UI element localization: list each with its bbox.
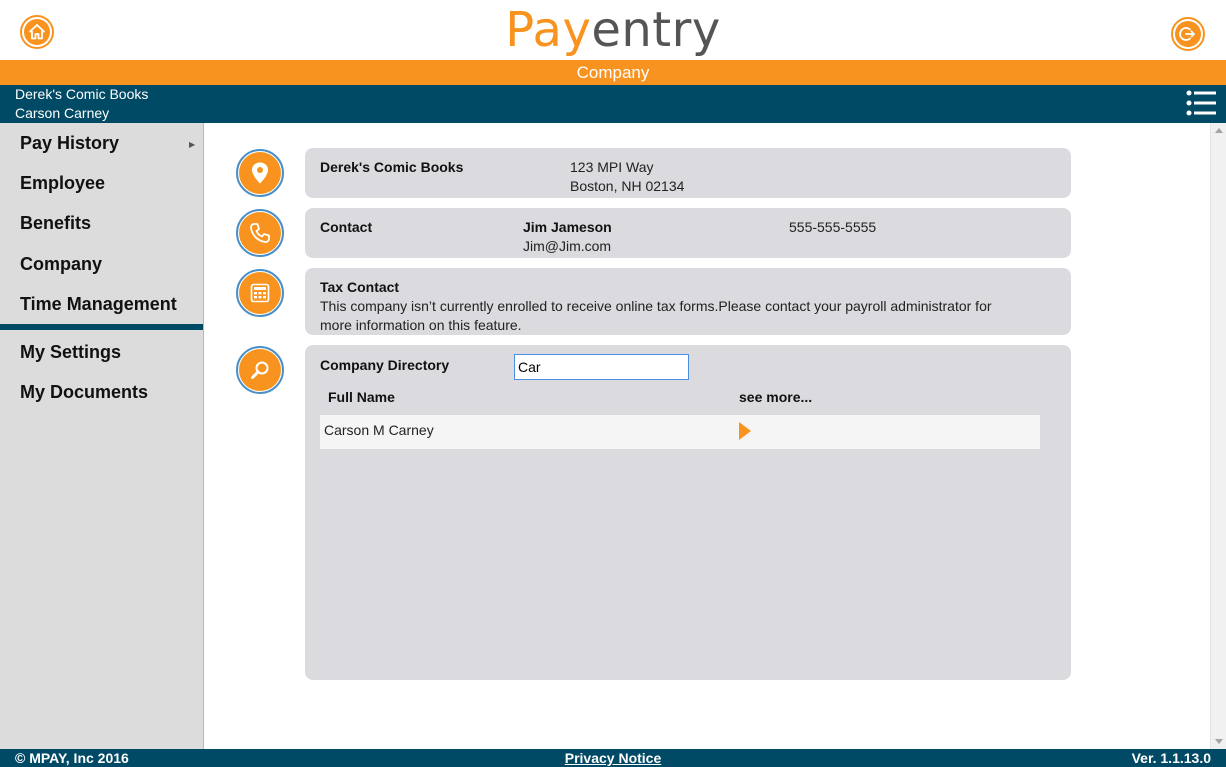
sidebar-item-benefits[interactable]: Benefits [20,213,91,234]
company-name: Derek's Comic Books [320,159,464,175]
contact-phone: 555-555-5555 [789,219,877,235]
sidebar-item-pay-history[interactable]: Pay History [20,133,119,154]
sidebar-divider [0,324,203,330]
version-label: Ver. 1.1.13.0 [1131,750,1211,766]
logout-button[interactable] [1171,17,1205,51]
sidebar-item-my-settings[interactable]: My Settings [20,342,121,363]
calculator-icon [239,272,281,314]
calculator-icon-badge [236,269,284,317]
sidebar-item-employee[interactable]: Employee [20,173,105,194]
scroll-down-arrow-icon[interactable] [1215,739,1223,744]
contact-card: Contact Jim Jameson Jim@Jim.com 555-555-… [305,208,1071,258]
contact-email: Jim@Jim.com [523,238,612,254]
company-address-card: Derek's Comic Books 123 MPI Way Boston, … [305,148,1071,198]
table-row[interactable]: Carson M Carney [320,415,1040,449]
magnifier-icon [239,349,281,391]
scroll-up-arrow-icon[interactable] [1215,128,1223,133]
location-pin-icon [239,152,281,194]
section-title: Company [576,63,650,82]
sidebar-item-time-management[interactable]: Time Management [20,294,177,315]
tax-contact-card: Tax Contact This company isn’t currently… [305,268,1071,335]
tax-contact-label: Tax Contact [320,279,400,295]
row-full-name: Carson M Carney [324,422,434,438]
privacy-notice-container: Privacy Notice [0,750,1226,766]
privacy-notice-link[interactable]: Privacy Notice [565,750,662,766]
phone-icon [239,212,281,254]
company-directory-card: Company Directory Full Name see more... … [305,345,1071,680]
address-line1: 123 MPI Way [570,159,654,175]
sidebar-item-company[interactable]: Company [20,254,102,275]
search-icon-badge [236,346,284,394]
user-bar: Derek's Comic Books Carson Carney [0,85,1226,123]
contact-label: Contact [320,219,373,235]
expand-arrow-icon[interactable]: ▶ [189,140,195,149]
sidebar-item-my-documents[interactable]: My Documents [20,382,148,403]
address-line2: Boston, NH 02134 [570,178,685,194]
location-icon-badge [236,149,284,197]
tax-contact-message-line2: more information on this feature. [320,317,522,333]
current-user-name: Carson Carney [15,105,110,121]
menu-list-icon[interactable] [1186,89,1216,117]
phone-icon-badge [236,209,284,257]
contact-name: Jim Jameson [523,219,612,235]
directory-label: Company Directory [320,357,450,373]
column-header-full-name[interactable]: Full Name [328,389,395,405]
column-header-see-more: see more... [739,389,813,405]
tax-contact-message-line1: This company isn’t currently enrolled to… [320,298,992,314]
see-more-arrow-icon[interactable] [739,422,751,440]
directory-search-input[interactable] [514,354,689,380]
vertical-scrollbar[interactable] [1210,123,1226,749]
payentry-logo: Payentry [505,2,721,58]
logout-icon [1175,21,1201,47]
app-header: Payentry [0,0,1226,60]
sidebar-nav: Pay History ▶ Employee Benefits Company … [0,123,204,749]
current-company-name: Derek's Comic Books [15,86,149,102]
app-footer: © MPAY, Inc 2016 Privacy Notice Ver. 1.1… [0,749,1226,767]
section-title-bar: Company [0,60,1226,85]
